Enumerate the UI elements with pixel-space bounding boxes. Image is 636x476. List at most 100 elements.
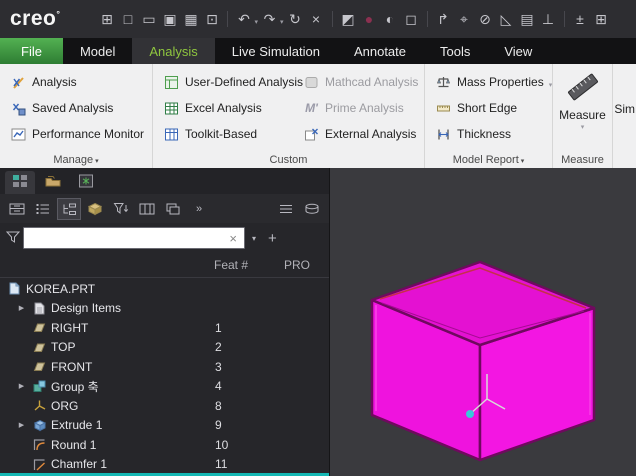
expand-arrow-icon[interactable]: ▶ [15, 421, 28, 429]
tab-view[interactable]: View [487, 38, 549, 64]
datum-plane-icon [32, 360, 47, 373]
tab-analysis[interactable]: Analysis [132, 38, 215, 64]
undo-dropdown-arrow[interactable]: ▾ [254, 18, 258, 26]
tree-drawer-icon[interactable] [5, 198, 29, 220]
user-defined-analysis-button[interactable]: User-Defined Analysis [158, 69, 303, 95]
shade-sphere-icon[interactable]: ◐ [380, 8, 401, 30]
expand-arrow-icon[interactable]: ▶ [15, 304, 28, 312]
columns-icon[interactable] [135, 198, 159, 220]
regenerate-icon[interactable]: ↻ [285, 8, 306, 30]
sort-funnel-icon[interactable] [109, 198, 133, 220]
clear-search-icon[interactable]: × [227, 231, 239, 246]
short-edge-button[interactable]: Short Edge [430, 95, 547, 121]
folder-browser-tab-icon [45, 174, 61, 191]
model-3d-box[interactable] [330, 168, 636, 476]
external-analysis-button[interactable]: External Analysis [298, 121, 420, 147]
saved-analysis-icon [10, 101, 27, 116]
tree-row-korea-prt[interactable]: KOREA.PRT [0, 279, 329, 299]
redo-dropdown-arrow[interactable]: ▾ [280, 18, 284, 26]
excel-analysis-label: Excel Analysis [185, 101, 262, 115]
column-header-pro[interactable]: PRO [284, 258, 329, 272]
undo-icon[interactable]: ↶ [233, 8, 254, 30]
coordinate-system-icon [32, 399, 47, 412]
tree-row-round[interactable]: Round 1 10 [0, 435, 329, 455]
performance-monitor-button[interactable]: Performance Monitor [5, 121, 147, 147]
tab-model[interactable]: Model [63, 38, 132, 64]
add-filter-icon[interactable]: + [263, 230, 282, 247]
tree-column-headers: Feat # PRO [0, 253, 329, 278]
tree-row-label: Round 1 [51, 437, 97, 452]
open-file-icon[interactable]: ▭ [138, 8, 159, 30]
render-sphere-icon[interactable]: ● [359, 8, 380, 30]
excel-analysis-button[interactable]: Excel Analysis [158, 95, 298, 121]
list-view-icon[interactable] [31, 198, 55, 220]
tree-row-chamfer[interactable]: Chamfer 1 11 [0, 455, 329, 475]
search-dropdown-icon[interactable]: ▾ [248, 234, 260, 243]
toolkit-based-icon [163, 127, 180, 142]
new-file-icon[interactable]: □ [117, 8, 138, 30]
view-normal-icon[interactable]: ⌖ [454, 8, 475, 30]
graphics-viewport[interactable] [330, 168, 636, 476]
toolbar-overflow-chevron[interactable]: » [187, 198, 211, 220]
tab-file[interactable]: File [0, 38, 63, 64]
expand-arrow-icon[interactable]: ▶ [15, 382, 28, 390]
sketch-icon[interactable]: ⊞ [96, 8, 117, 30]
tab-folder-browser[interactable] [38, 171, 68, 194]
mathcad-analysis-button: Mathcad Analysis [298, 69, 420, 95]
toolbar-separator [331, 11, 333, 27]
tab-tools[interactable]: Tools [423, 38, 487, 64]
plus-minus-icon[interactable]: ± [570, 8, 591, 30]
tab-live-simulation[interactable]: Live Simulation [215, 38, 337, 64]
thickness-button[interactable]: Thickness [430, 121, 547, 147]
tree-toolbar: » [0, 194, 329, 223]
creo-logo: creo° [10, 7, 61, 30]
tree-row-design-items[interactable]: ▶ Design Items [0, 299, 329, 319]
sheet-stack-icon[interactable] [300, 198, 324, 220]
measure-button[interactable]: Measure ▾ [558, 69, 607, 132]
feature-cube-icon[interactable] [83, 198, 107, 220]
group-icon [32, 380, 47, 393]
redo-icon[interactable]: ↷ [259, 8, 280, 30]
tree-row-org-csys[interactable]: ORG 8 [0, 396, 329, 416]
tree-view-icon[interactable] [57, 197, 81, 220]
import-icon[interactable]: ⊡ [201, 8, 222, 30]
funnel-icon [5, 231, 21, 246]
measure-label: Measure [559, 108, 606, 122]
perspective-icon[interactable]: ◺ [496, 8, 517, 30]
save-icon[interactable]: ▣ [159, 8, 180, 30]
group-label-manage[interactable]: Manage ▾ [0, 154, 152, 166]
window-grid-icon[interactable]: ⊞ [591, 8, 612, 30]
mathcad-analysis-label: Mathcad Analysis [325, 75, 419, 89]
display-style-icon[interactable]: ◻ [401, 8, 422, 30]
tab-annotate[interactable]: Annotate [337, 38, 423, 64]
tree-row-front-plane[interactable]: FRONT 3 [0, 357, 329, 377]
column-header-feat[interactable]: Feat # [208, 258, 284, 272]
favorites-tab-icon [78, 174, 94, 191]
hidden-line-icon[interactable]: ⊘ [475, 8, 496, 30]
saved-analysis-button[interactable]: Saved Analysis [5, 95, 147, 121]
design-items-icon [32, 302, 47, 315]
close-window-icon[interactable]: × [306, 8, 327, 30]
analysis-button[interactable]: Analysis [5, 69, 147, 95]
performance-monitor-label: Performance Monitor [32, 127, 145, 141]
group-label-model-report[interactable]: Model Report ▾ [425, 154, 552, 166]
toolkit-based-button[interactable]: Toolkit-Based [158, 121, 298, 147]
mass-properties-button[interactable]: Mass Properties ▾ [430, 69, 552, 95]
tree-row-group[interactable]: ▶ Group 축 4 [0, 377, 329, 397]
saved-views-icon[interactable]: ↱ [433, 8, 454, 30]
group-label-measure: Measure [561, 154, 604, 166]
filter-funnel-button[interactable] [5, 231, 21, 246]
collapse-all-icon[interactable] [274, 198, 298, 220]
layers-icon[interactable] [161, 198, 185, 220]
tree-row-top-plane[interactable]: TOP 2 [0, 338, 329, 358]
ground-icon[interactable]: ⊥ [538, 8, 559, 30]
tree-search-input[interactable] [29, 231, 228, 245]
tree-row-extrude[interactable]: ▶ Extrude 1 9 [0, 416, 329, 436]
tab-favorites[interactable] [71, 171, 101, 194]
annotation-icon[interactable]: ▤ [517, 8, 538, 30]
appearance-icon[interactable]: ◩ [338, 8, 359, 30]
tab-model-tree[interactable] [5, 171, 35, 194]
print-icon[interactable]: ▦ [180, 8, 201, 30]
datum-plane-icon [32, 321, 47, 334]
tree-row-right-plane[interactable]: RIGHT 1 [0, 318, 329, 338]
